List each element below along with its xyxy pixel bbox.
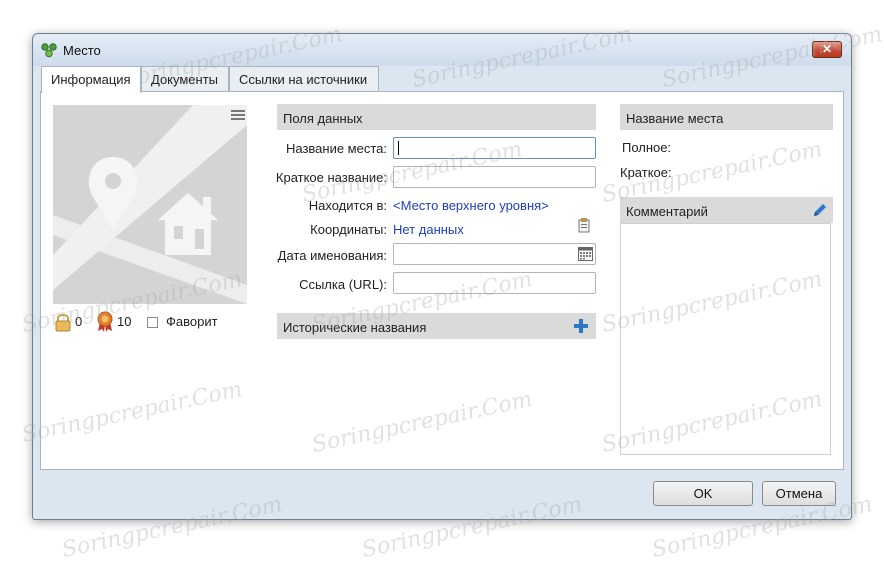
pencil-icon[interactable] <box>812 202 828 218</box>
naming-date-input[interactable] <box>393 243 596 265</box>
short-name-input[interactable] <box>393 166 596 188</box>
short-name-display-label: Краткое: <box>620 165 672 180</box>
place-name-input[interactable] <box>393 137 596 159</box>
place-image[interactable] <box>53 105 247 304</box>
url-input[interactable] <box>393 272 596 294</box>
place-placeholder-icon <box>53 105 247 304</box>
full-name-label: Полное: <box>622 140 672 155</box>
naming-date-label: Дата именования: <box>277 248 387 263</box>
place-name-label: Название места: <box>285 141 387 156</box>
award-icon <box>97 311 113 332</box>
located-in-label: Находится в: <box>308 198 387 213</box>
place-dialog: Место ✕ Информация Документы Ссылки на и… <box>32 33 852 520</box>
coordinates-link[interactable]: Нет данных <box>393 222 464 237</box>
close-icon: ✕ <box>821 42 833 56</box>
calendar-icon[interactable] <box>578 247 593 261</box>
tab-documents[interactable]: Документы <box>141 66 229 92</box>
historical-names-label: Исторические названия <box>283 320 427 335</box>
favorite-label: Фаворит <box>166 314 218 329</box>
place-name-panel-header: Название места <box>620 104 833 130</box>
window-title: Место <box>63 43 101 58</box>
short-name-label: Краткое название: <box>275 170 387 185</box>
title-bar[interactable]: Место ✕ <box>33 34 851 66</box>
comment-header: Комментарий <box>620 197 833 223</box>
cancel-button[interactable]: Отмена <box>762 481 836 506</box>
tab-source-links[interactable]: Ссылки на источники <box>229 66 379 92</box>
clipboard-icon[interactable] <box>578 218 590 233</box>
citations-count: 10 <box>117 314 132 329</box>
tab-information[interactable]: Информация <box>41 66 141 93</box>
place-icon <box>41 43 57 58</box>
close-button[interactable]: ✕ <box>812 41 842 58</box>
private-count: 0 <box>75 314 83 329</box>
located-in-link[interactable]: <Место верхнего уровня> <box>393 198 549 213</box>
url-label: Ссылка (URL): <box>299 277 387 292</box>
comment-textarea[interactable] <box>620 223 831 455</box>
coordinates-label: Координаты: <box>310 222 387 237</box>
lock-icon <box>55 314 71 332</box>
menu-icon[interactable] <box>231 109 245 121</box>
comment-label: Комментарий <box>626 204 708 219</box>
tab-content: 0 10 Фаворит Поля данных Название места:… <box>40 91 844 470</box>
historical-names-header: Исторические названия <box>277 313 596 339</box>
text-caret <box>398 141 399 155</box>
favorite-checkbox[interactable] <box>147 317 158 328</box>
data-fields-header: Поля данных <box>277 104 596 130</box>
plus-icon[interactable] <box>574 319 588 333</box>
ok-button[interactable]: OK <box>653 481 753 506</box>
